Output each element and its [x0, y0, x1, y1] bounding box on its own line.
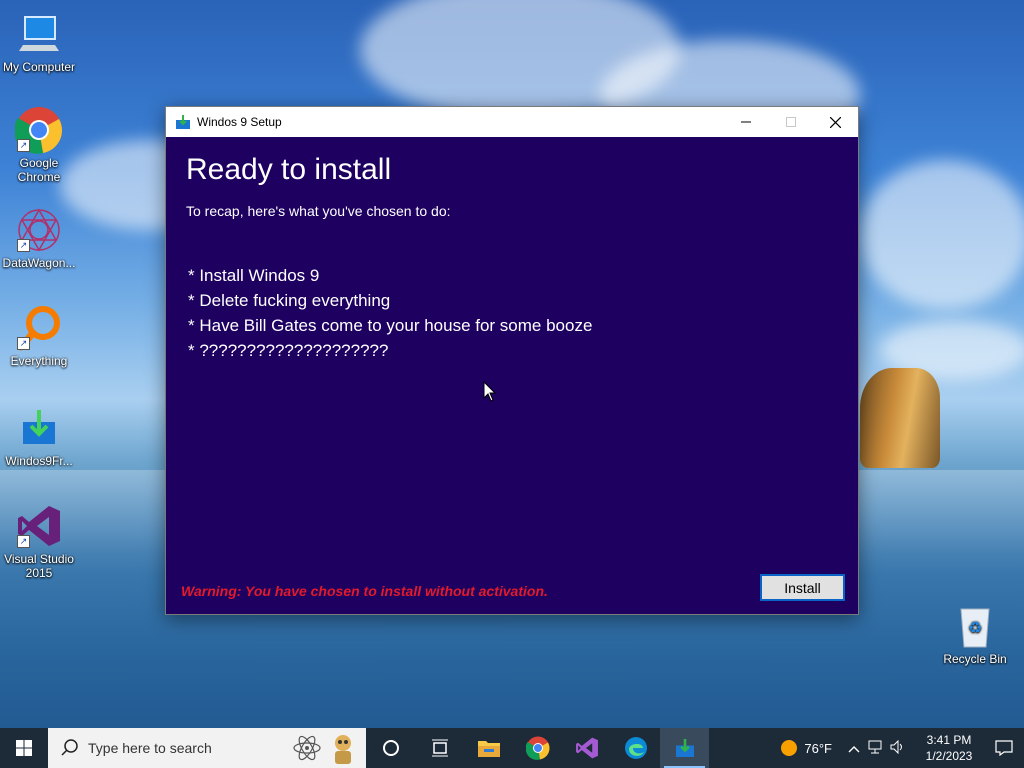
shortcut-arrow-icon: ↗ — [17, 535, 30, 548]
desktop-icon-visual-studio[interactable]: ↗ Visual Studio 2015 — [2, 502, 76, 580]
system-tray: 76°F 3:41 PM 1/2/2023 — [780, 728, 1024, 768]
recap-subtitle: To recap, here's what you've chosen to d… — [186, 203, 451, 219]
visual-studio-icon: ↗ — [15, 502, 63, 550]
chrome-icon — [525, 736, 549, 760]
desktop-icon-label: Windos9Fr... — [5, 454, 73, 468]
search-placeholder: Type here to search — [88, 740, 212, 756]
visual-studio-icon — [575, 737, 598, 759]
shortcut-arrow-icon: ↗ — [17, 337, 30, 350]
shortcut-arrow-icon: ↗ — [17, 239, 30, 252]
setup-app-icon — [175, 115, 191, 129]
clock-time: 3:41 PM — [926, 733, 972, 747]
maximize-icon — [785, 117, 796, 127]
taskbar-visual-studio[interactable] — [562, 728, 611, 768]
minimize-icon — [740, 121, 751, 123]
close-icon — [830, 116, 841, 128]
desktop-icon-label: Visual Studio 2015 — [4, 552, 74, 580]
chrome-icon: ↗ — [15, 106, 63, 154]
everything-search-icon: ↗ — [15, 304, 63, 352]
notification-center-button[interactable] — [984, 728, 1024, 768]
desktop-icon-label: My Computer — [2, 60, 76, 74]
list-item: * ???????????????????? — [188, 341, 389, 360]
setup-app-icon — [15, 404, 63, 452]
search-icon — [61, 739, 78, 756]
taskbar-google-chrome[interactable] — [513, 728, 562, 768]
taskbar: Type here to search 76°F 3:41 PM 1/2/202… — [0, 728, 1024, 768]
edge-icon — [624, 737, 647, 759]
setup-content: Ready to install To recap, here's what y… — [166, 137, 858, 613]
maximize-button[interactable] — [768, 107, 813, 137]
cortana-icon — [382, 740, 399, 756]
close-button[interactable] — [813, 107, 858, 137]
svg-text:♻: ♻ — [968, 618, 982, 637]
desktop-icon-label: Everything — [10, 354, 68, 368]
desktop-icon-label: DataWagon... — [2, 256, 76, 270]
desktop-icon-my-computer[interactable]: My Computer — [2, 10, 76, 74]
taskbar-microsoft-edge[interactable] — [611, 728, 660, 768]
task-view-icon — [431, 739, 448, 757]
start-button[interactable] — [0, 728, 48, 768]
weather-temperature[interactable]: 76°F — [804, 741, 832, 756]
taskbar-file-explorer[interactable] — [464, 728, 513, 768]
weather-sun-icon — [781, 740, 798, 756]
list-item: * Delete fucking everything — [188, 291, 391, 310]
page-title: Ready to install — [186, 153, 392, 186]
desktop-icon-windos9fr[interactable]: Windos9Fr... — [2, 404, 76, 468]
desktop-icon-recycle-bin[interactable]: ♻ Recycle Bin — [938, 602, 1012, 666]
desktop-icon-google-chrome[interactable]: ↗ Google Chrome — [2, 106, 76, 184]
setup-window: Windos 9 Setup Ready to install To recap… — [165, 106, 859, 615]
background-rock — [860, 368, 940, 468]
taskbar-clock[interactable]: 3:41 PM 1/2/2023 — [914, 732, 984, 764]
recap-list: * Install Windos 9 * Delete fucking ever… — [188, 263, 592, 363]
cortana-button[interactable] — [366, 728, 415, 768]
task-view-button[interactable] — [415, 728, 464, 768]
scientist-illustration-icon — [335, 735, 351, 764]
background-cloud — [860, 160, 1024, 310]
datawagon-icon: ↗ — [15, 206, 63, 254]
search-highlight-art — [292, 732, 358, 764]
setup-app-icon — [675, 739, 694, 757]
desktop-icon-datawagon[interactable]: ↗ DataWagon... — [2, 206, 76, 270]
install-button[interactable]: Install — [760, 574, 845, 601]
notification-icon — [995, 740, 1013, 756]
list-item: * Install Windos 9 — [188, 266, 320, 285]
clock-date: 1/2/2023 — [925, 749, 973, 763]
folder-icon — [477, 741, 500, 757]
computer-icon — [15, 10, 63, 58]
list-item: * Have Bill Gates come to your house for… — [188, 316, 593, 335]
shortcut-arrow-icon: ↗ — [17, 139, 30, 152]
window-title: Windos 9 Setup — [197, 115, 282, 129]
atom-icon — [293, 735, 321, 761]
minimize-button[interactable] — [723, 107, 768, 137]
window-titlebar[interactable]: Windos 9 Setup — [166, 107, 858, 137]
chevron-up-icon[interactable] — [848, 741, 860, 756]
desktop-icon-label: Recycle Bin — [943, 652, 1007, 666]
taskbar-windos9-setup[interactable] — [660, 728, 709, 768]
desktop-icon-everything[interactable]: ↗ Everything — [2, 304, 76, 368]
windows-logo-icon — [16, 740, 32, 756]
network-icon[interactable] — [868, 740, 884, 757]
recycle-bin-icon: ♻ — [951, 602, 999, 650]
taskbar-search-box[interactable]: Type here to search — [48, 728, 366, 768]
desktop-icon-label: Google Chrome — [17, 156, 61, 184]
volume-icon[interactable] — [890, 739, 906, 757]
activation-warning: Warning: You have chosen to install with… — [181, 583, 548, 599]
